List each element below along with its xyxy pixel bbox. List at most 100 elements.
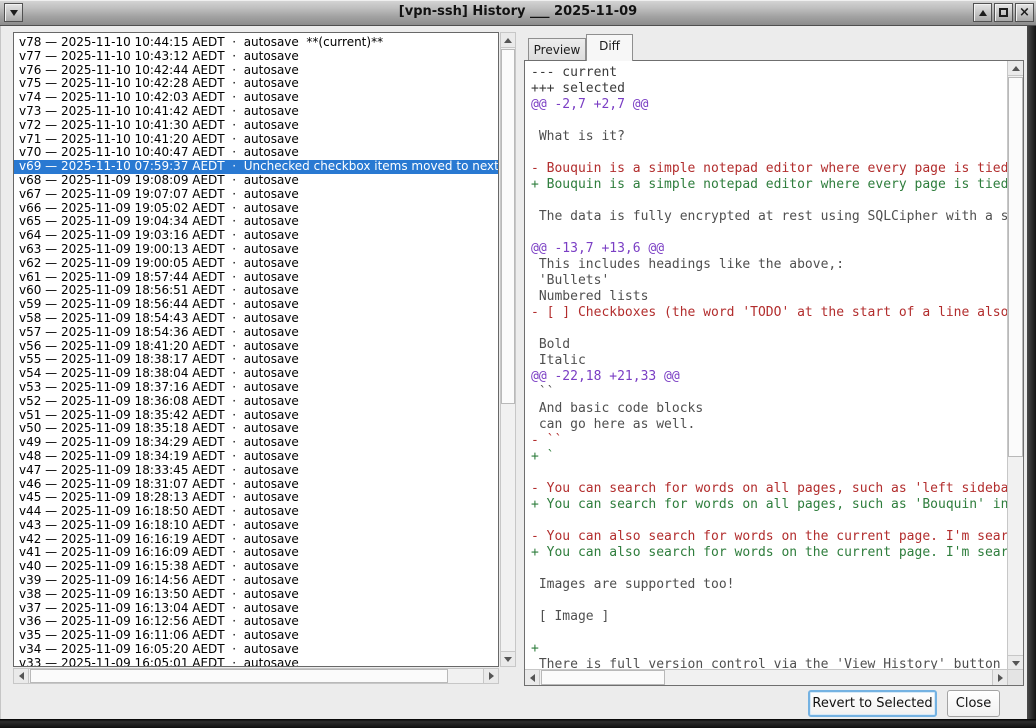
diff-line: Bold [531, 337, 1007, 353]
version-list-item[interactable]: v53 — 2025-11-09 18:37:16 AEDT · autosav… [14, 381, 498, 395]
version-list-item[interactable]: v74 — 2025-11-10 10:42:03 AEDT · autosav… [14, 91, 498, 105]
diff-pane: --- current+++ selected@@ -2,7 +2,7 @@ W… [524, 60, 1024, 686]
version-list-item[interactable]: v58 — 2025-11-09 18:54:43 AEDT · autosav… [14, 312, 498, 326]
version-list-item[interactable]: v75 — 2025-11-10 10:42:28 AEDT · autosav… [14, 77, 498, 91]
version-list-item[interactable]: v64 — 2025-11-09 19:03:16 AEDT · autosav… [14, 229, 498, 243]
version-list-item[interactable]: v62 — 2025-11-09 19:00:05 AEDT · autosav… [14, 257, 498, 271]
diff-line: `` [531, 385, 1007, 401]
close-window-button[interactable]: × [1015, 3, 1034, 22]
scrollbar-thumb[interactable] [1008, 77, 1023, 457]
diff-line: What is it? [531, 129, 1007, 145]
version-list-item[interactable]: v52 — 2025-11-09 18:36:08 AEDT · autosav… [14, 395, 498, 409]
diff-line: @@ -13,7 +13,6 @@ [531, 241, 1007, 257]
version-list-item[interactable]: v33 — 2025-11-09 16:05:01 AEDT · autosav… [14, 657, 498, 667]
diff-line: - [ ] Checkboxes (the word 'TODO' at the… [531, 305, 1007, 321]
version-list-item[interactable]: v63 — 2025-11-09 19:00:13 AEDT · autosav… [14, 243, 498, 257]
diff-line: + ` [531, 449, 1007, 465]
maximize-button[interactable] [994, 3, 1013, 22]
scroll-left-arrow[interactable] [14, 669, 29, 683]
version-list-item[interactable]: v76 — 2025-11-10 10:42:44 AEDT · autosav… [14, 64, 498, 78]
version-list-item[interactable]: v43 — 2025-11-09 16:18:10 AEDT · autosav… [14, 519, 498, 533]
arrow-right-icon [998, 674, 1003, 682]
version-list-item[interactable]: v57 — 2025-11-09 18:54:36 AEDT · autosav… [14, 326, 498, 340]
scroll-right-arrow[interactable] [992, 670, 1007, 685]
version-list-item[interactable]: v54 — 2025-11-09 18:38:04 AEDT · autosav… [14, 367, 498, 381]
revert-to-selected-button[interactable]: Revert to Selected [808, 690, 937, 717]
diff-text-area[interactable]: --- current+++ selected@@ -2,7 +2,7 @@ W… [525, 61, 1007, 669]
diff-line: - Bouquin is a simple notepad editor whe… [531, 161, 1007, 177]
version-list-item[interactable]: v71 — 2025-11-10 10:41:20 AEDT · autosav… [14, 133, 498, 147]
version-list-item[interactable]: v60 — 2025-11-09 18:56:51 AEDT · autosav… [14, 284, 498, 298]
version-list-item[interactable]: v67 — 2025-11-09 19:07:07 AEDT · autosav… [14, 188, 498, 202]
diff-line: And basic code blocks [531, 401, 1007, 417]
version-list-item[interactable]: v73 — 2025-11-10 10:41:42 AEDT · autosav… [14, 105, 498, 119]
scroll-right-arrow[interactable] [483, 669, 498, 683]
version-list-item[interactable]: v51 — 2025-11-09 18:35:42 AEDT · autosav… [14, 409, 498, 423]
version-list-item[interactable]: v56 — 2025-11-09 18:41:20 AEDT · autosav… [14, 340, 498, 354]
version-list-item[interactable]: v65 — 2025-11-09 19:04:34 AEDT · autosav… [14, 215, 498, 229]
scrollbar-thumb[interactable] [501, 49, 515, 404]
version-list-item[interactable]: v68 — 2025-11-09 19:08:09 AEDT · autosav… [14, 174, 498, 188]
version-list-item[interactable]: v47 — 2025-11-09 18:33:45 AEDT · autosav… [14, 464, 498, 478]
version-list-item[interactable]: v36 — 2025-11-09 16:12:56 AEDT · autosav… [14, 615, 498, 629]
diff-line: + [531, 641, 1007, 657]
version-list-item[interactable]: v42 — 2025-11-09 16:16:19 AEDT · autosav… [14, 533, 498, 547]
diff-line [531, 113, 1007, 129]
scroll-up-arrow[interactable] [501, 33, 515, 48]
version-list-item[interactable]: v66 — 2025-11-09 19:05:02 AEDT · autosav… [14, 202, 498, 216]
version-list-item[interactable]: v34 — 2025-11-09 16:05:20 AEDT · autosav… [14, 643, 498, 657]
diff-line: --- current [531, 65, 1007, 81]
version-list-item[interactable]: v38 — 2025-11-09 16:13:50 AEDT · autosav… [14, 588, 498, 602]
diff-line [531, 561, 1007, 577]
tab-preview[interactable]: Preview [528, 38, 586, 61]
version-list-item[interactable]: v41 — 2025-11-09 16:16:09 AEDT · autosav… [14, 546, 498, 560]
diff-line: - `` [531, 433, 1007, 449]
arrow-left-icon [19, 672, 24, 680]
scrollbar-thumb[interactable] [541, 670, 665, 685]
scroll-left-arrow[interactable] [525, 670, 540, 685]
shade-button[interactable] [973, 3, 992, 22]
shade-icon [979, 10, 987, 16]
version-list-item[interactable]: v59 — 2025-11-09 18:56:44 AEDT · autosav… [14, 298, 498, 312]
version-list-item[interactable]: v77 — 2025-11-10 10:43:12 AEDT · autosav… [14, 50, 498, 64]
diff-line: The data is fully encrypted at rest usin… [531, 209, 1007, 225]
version-list-item[interactable]: v40 — 2025-11-09 16:15:38 AEDT · autosav… [14, 560, 498, 574]
scroll-down-arrow[interactable] [501, 651, 515, 666]
diff-line [531, 513, 1007, 529]
version-list-item[interactable]: v44 — 2025-11-09 16:18:50 AEDT · autosav… [14, 505, 498, 519]
scrollbar-thumb[interactable] [30, 669, 448, 683]
scrollbar-corner [1007, 669, 1023, 685]
version-list-vertical-scrollbar[interactable] [500, 32, 516, 667]
scroll-up-arrow[interactable] [1008, 61, 1023, 76]
arrow-left-icon [530, 674, 535, 682]
arrow-down-icon [1012, 661, 1020, 666]
version-list-item[interactable]: v50 — 2025-11-09 18:35:18 AEDT · autosav… [14, 422, 498, 436]
version-list-item[interactable]: v55 — 2025-11-09 18:38:17 AEDT · autosav… [14, 353, 498, 367]
scroll-down-arrow[interactable] [1008, 655, 1023, 670]
version-list-item[interactable]: v35 — 2025-11-09 16:11:06 AEDT · autosav… [14, 629, 498, 643]
tab-diff[interactable]: Diff [586, 34, 633, 61]
version-list-item[interactable]: v72 — 2025-11-10 10:41:30 AEDT · autosav… [14, 119, 498, 133]
version-list-item[interactable]: v37 — 2025-11-09 16:13:04 AEDT · autosav… [14, 602, 498, 616]
version-list-item[interactable]: v49 — 2025-11-09 18:34:29 AEDT · autosav… [14, 436, 498, 450]
title-bar[interactable]: [vpn-ssh] History ___ 2025-11-09 × [0, 0, 1036, 26]
diff-horizontal-scrollbar[interactable] [525, 669, 1007, 685]
version-list-item[interactable]: v45 — 2025-11-09 18:28:13 AEDT · autosav… [14, 491, 498, 505]
version-list-item[interactable]: v39 — 2025-11-09 16:14:56 AEDT · autosav… [14, 574, 498, 588]
diff-vertical-scrollbar[interactable] [1007, 61, 1023, 670]
version-list-horizontal-scrollbar[interactable] [13, 668, 499, 684]
version-list[interactable]: v78 — 2025-11-10 10:44:15 AEDT · autosav… [13, 32, 499, 667]
diff-line: + Bouquin is a simple notepad editor whe… [531, 177, 1007, 193]
version-list-item[interactable]: v61 — 2025-11-09 18:57:44 AEDT · autosav… [14, 271, 498, 285]
version-list-item[interactable]: v69 — 2025-11-10 07:59:37 AEDT · Uncheck… [14, 160, 498, 174]
diff-line [531, 321, 1007, 337]
close-button[interactable]: Close [947, 690, 1000, 717]
window-frame-bottom [0, 719, 1036, 728]
arrow-right-icon [489, 672, 494, 680]
diff-lines: --- current+++ selected@@ -2,7 +2,7 @@ W… [531, 65, 1007, 669]
version-list-item[interactable]: v70 — 2025-11-10 10:40:47 AEDT · autosav… [14, 146, 498, 160]
version-list-item[interactable]: v46 — 2025-11-09 18:31:07 AEDT · autosav… [14, 478, 498, 492]
version-list-item[interactable]: v48 — 2025-11-09 18:34:19 AEDT · autosav… [14, 450, 498, 464]
diff-line: This includes headings like the above,: [531, 257, 1007, 273]
version-list-item[interactable]: v78 — 2025-11-10 10:44:15 AEDT · autosav… [14, 36, 498, 50]
